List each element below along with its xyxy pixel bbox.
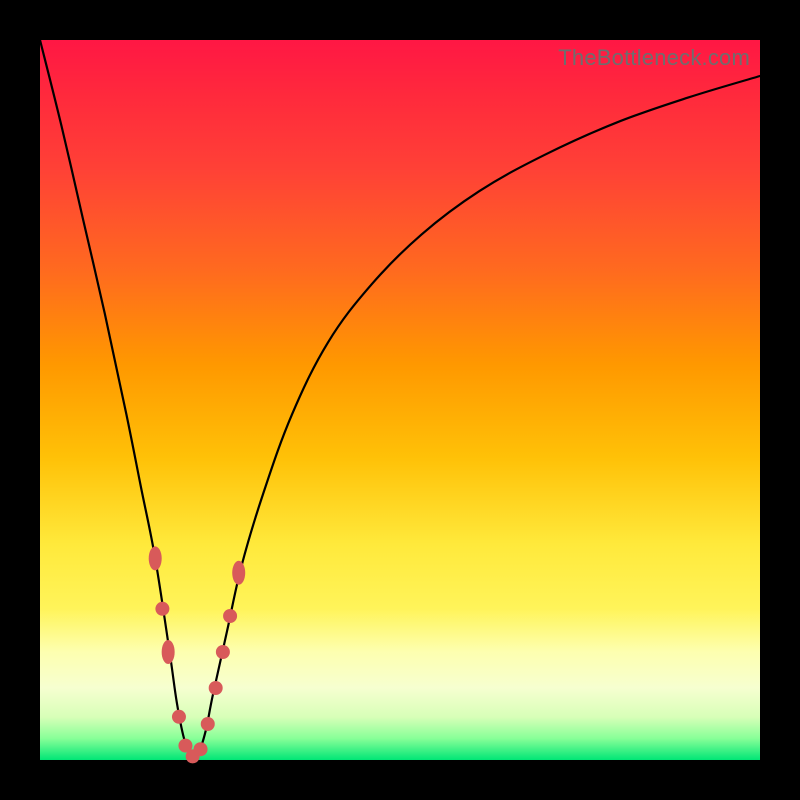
bottleneck-curve — [40, 40, 760, 758]
curve-marker — [149, 546, 162, 570]
curve-marker — [155, 602, 169, 616]
curve-marker — [201, 717, 215, 731]
curve-marker — [232, 561, 245, 585]
curve-marker — [209, 681, 223, 695]
curve-marker — [223, 609, 237, 623]
plot-area: TheBottleneck.com — [40, 40, 760, 760]
curve-layer — [40, 40, 760, 760]
chart-frame: TheBottleneck.com — [0, 0, 800, 800]
marker-group — [149, 546, 246, 763]
curve-marker — [216, 645, 230, 659]
curve-marker — [172, 710, 186, 724]
curve-marker — [162, 640, 175, 664]
curve-marker — [194, 742, 208, 756]
